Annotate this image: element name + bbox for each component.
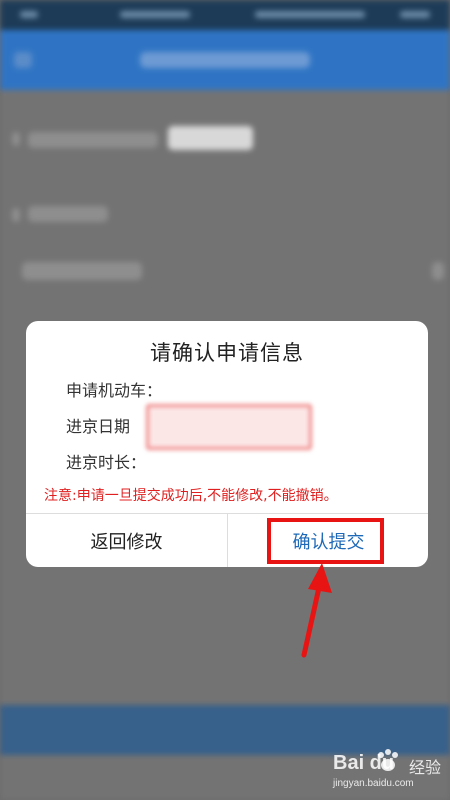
watermark-url: jingyan.baidu.com xyxy=(333,778,414,789)
baidu-watermark: Bai du 经验 jingyan.baidu.com xyxy=(333,742,448,792)
status-bar xyxy=(0,0,450,30)
field-label-vehicle: 申请机动车： xyxy=(66,381,163,400)
date-value-redacted xyxy=(146,404,312,450)
back-edit-button[interactable]: 返回修改 xyxy=(26,514,227,567)
watermark-text: 经验 xyxy=(409,760,442,777)
annotation-arrow-icon xyxy=(301,563,332,658)
field-label-duration: 进京时长： xyxy=(66,453,147,472)
dialog-title: 请确认申请信息 xyxy=(150,341,304,365)
header-title-blurred xyxy=(140,52,310,68)
field-label-date: 进京日期 xyxy=(66,417,131,436)
back-icon xyxy=(14,52,32,68)
app-header xyxy=(0,30,450,90)
warning-notice: 注意:申请一旦提交成功后,不能修改,不能撤销。 xyxy=(44,488,338,504)
watermark-logo-text: Bai du xyxy=(333,752,395,774)
